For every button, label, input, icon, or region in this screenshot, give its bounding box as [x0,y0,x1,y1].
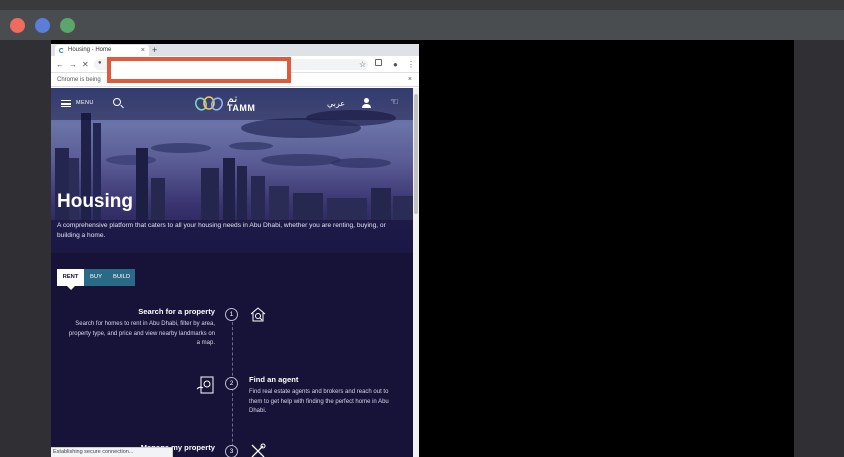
tools-icon [251,443,266,457]
search-icon[interactable] [113,98,121,106]
step-2-description: Find real estate agents and brokers and … [249,389,389,414]
language-switch-link[interactable]: عربي [327,99,345,108]
status-bar: Establishing secure connection... [51,447,173,457]
menu-label[interactable]: MENU [76,100,94,106]
tab-build[interactable]: BUILD [108,269,135,286]
forward-button[interactable]: → [69,58,77,71]
scrollbar-thumb[interactable] [414,94,418,214]
back-button[interactable]: ← [56,58,64,71]
extension-icon[interactable] [375,59,382,66]
redacted-url-box [107,57,291,83]
page-title: Housing [57,191,133,212]
stop-loading-button[interactable]: ✕ [82,58,89,71]
user-account-icon[interactable] [362,98,371,108]
step-3-number: 3 [225,445,238,457]
tab-buy[interactable]: BUY [84,269,108,286]
browser-tab[interactable]: Housing - Home × [55,45,149,56]
tab-strip: Housing - Home × + [51,44,419,56]
tab-close-icon[interactable]: × [141,45,145,56]
tamm-logo-icon[interactable] [194,95,224,111]
hamburger-menu-icon[interactable] [61,100,71,107]
window-title-bar [0,10,844,40]
zoom-window-button[interactable] [60,18,75,33]
tab-title: Housing - Home [68,47,112,53]
browser-menu-icon[interactable]: ⋮ [407,58,415,71]
account-icon[interactable]: ● [393,58,398,71]
step-2-number: 2 [225,377,238,390]
browser-window: Housing - Home × + ← → ✕ ● ☆ ● ⋮ Chrome … [51,44,419,457]
step-1-number: 1 [225,308,238,321]
infobar-close-icon[interactable]: × [408,73,412,87]
desktop-top-bar [0,0,844,10]
web-page: MENU تم TAMM عربي ☜ Housing A comprehens… [51,88,413,457]
lock-icon: ● [98,60,102,66]
page-scrollbar[interactable] [413,88,419,457]
bookmark-star-icon[interactable]: ☆ [359,58,366,71]
site-header: MENU تم TAMM عربي ☜ [51,88,413,120]
house-search-icon [250,307,266,322]
loading-spinner-icon [59,48,64,53]
service-tabs: RENT BUY BUILD [57,269,135,290]
tab-rent[interactable]: RENT [57,269,84,290]
close-window-button[interactable] [10,18,25,33]
logo-english-text: TAMM [227,103,256,113]
agent-id-icon [196,376,214,394]
step-1-description: Search for homes to rent in Abu Dhabi, f… [68,321,215,346]
page-description: A comprehensive platform that caters to … [57,222,386,239]
step-1-title: Search for a property [138,307,215,316]
hero-banner: MENU تم TAMM عربي ☜ Housing A comprehens… [51,88,413,253]
accessibility-hand-icon[interactable]: ☜ [390,97,399,108]
infobar-text: Chrome is being [57,77,101,83]
new-tab-button[interactable]: + [152,44,157,56]
step-2-title: Find an agent [249,375,299,384]
minimize-window-button[interactable] [35,18,50,33]
